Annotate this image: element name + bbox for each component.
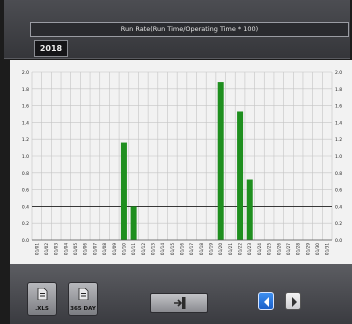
y-tick-label: 0.4 [22,204,29,210]
exit-button[interactable] [150,293,208,313]
x-tick-label: 01/11 [131,243,136,255]
x-tick-label: 01/20 [218,243,223,255]
y-tick-label: 2.0 [22,70,29,76]
x-tick-label: 01/26 [276,243,281,255]
x-tick-label: 01/10 [121,243,126,255]
y-tick-label-right: 0.6 [335,188,342,194]
x-tick-label: 01/02 [44,243,49,255]
next-button[interactable] [285,292,301,310]
x-tick-label: 01/28 [296,243,301,255]
x-tick-label: 01/12 [141,243,146,255]
run-rate-screen: Run Rate(Run Time/Operating Time * 100) … [0,0,352,324]
x-tick-label: 01/15 [170,243,175,255]
x-tick-label: 01/24 [257,243,262,255]
x-tick-label: 01/31 [325,243,330,255]
chart-title: Run Rate(Run Time/Operating Time * 100) [30,22,349,37]
x-tick-label: 01/13 [150,243,155,255]
y-tick-label-right: 1.8 [335,87,342,93]
x-tick-label: 01/07 [92,243,97,255]
x-tick-label: 01/16 [180,243,185,255]
x-tick-label: 01/19 [209,243,214,255]
y-tick-label: 1.0 [22,154,29,160]
x-tick-label: 01/30 [315,243,320,255]
x-tick-label: 01/04 [63,243,68,255]
y-tick-label: 1.8 [22,87,29,93]
document-icon [78,288,89,300]
bar [246,179,253,240]
exit-icon [174,297,186,309]
x-tick-label: 01/23 [247,243,252,255]
y-tick-label: 0.8 [22,171,29,177]
document-icon [37,288,48,300]
y-tick-label-right: 0.0 [335,238,342,244]
export-xls-button[interactable]: .XLS [27,282,57,316]
x-tick-label: 01/09 [112,243,117,255]
x-tick-label: 01/21 [228,243,233,255]
x-tick-label: 01/01 [34,243,39,255]
y-tick-label: 1.6 [22,104,29,110]
chart-area: 0.0 0.0 0.2 0.2 0.4 0.4 0.6 0.6 0.8 0.8 1.0 1.0 1.2 1… [10,60,352,264]
x-tick-label: 01/29 [305,243,310,255]
y-tick-label-right: 0.4 [335,204,342,210]
export-xls-label: .XLS [35,306,49,312]
x-tick-label: 01/14 [160,243,165,255]
bar [237,111,244,240]
bar [217,82,224,240]
y-tick-label-right: 1.0 [335,154,342,160]
y-tick-label: 0.6 [22,188,29,194]
y-tick-label-right: 2.0 [335,70,342,76]
bar [120,142,127,240]
export-365-day-button[interactable]: 365 DAY [68,282,98,316]
year-selector[interactable]: 2018 [34,40,68,57]
y-tick-label-right: 1.6 [335,104,342,110]
x-tick-label: 01/03 [54,243,59,255]
x-tick-label: 01/25 [267,243,272,255]
y-tick-label: 0.2 [22,221,29,227]
y-tick-label: 1.2 [22,137,29,143]
y-tick-label-right: 0.8 [335,171,342,177]
chevron-right-icon [292,297,297,307]
x-tick-label: 01/22 [238,243,243,255]
y-tick-label-right: 0.2 [335,221,342,227]
export-365-day-label: 365 DAY [70,306,96,312]
bar [130,206,137,240]
y-tick-label: 0.0 [22,238,29,244]
x-tick-label: 01/08 [102,243,107,255]
x-tick-label: 01/05 [73,243,78,255]
chevron-left-icon [264,297,269,307]
previous-button[interactable] [258,292,274,310]
x-tick-label: 01/17 [189,243,194,255]
y-tick-label-right: 1.4 [335,120,342,126]
x-tick-label: 01/06 [83,243,88,255]
x-tick-label: 01/18 [199,243,204,255]
run-rate-chart: 0.0 0.0 0.2 0.2 0.4 0.4 0.6 0.6 0.8 0.8 1.0 1.0 1.2 1… [22,70,342,255]
x-tick-label: 01/27 [286,243,291,255]
y-tick-label: 1.4 [22,120,29,126]
y-tick-label-right: 1.2 [335,137,342,143]
